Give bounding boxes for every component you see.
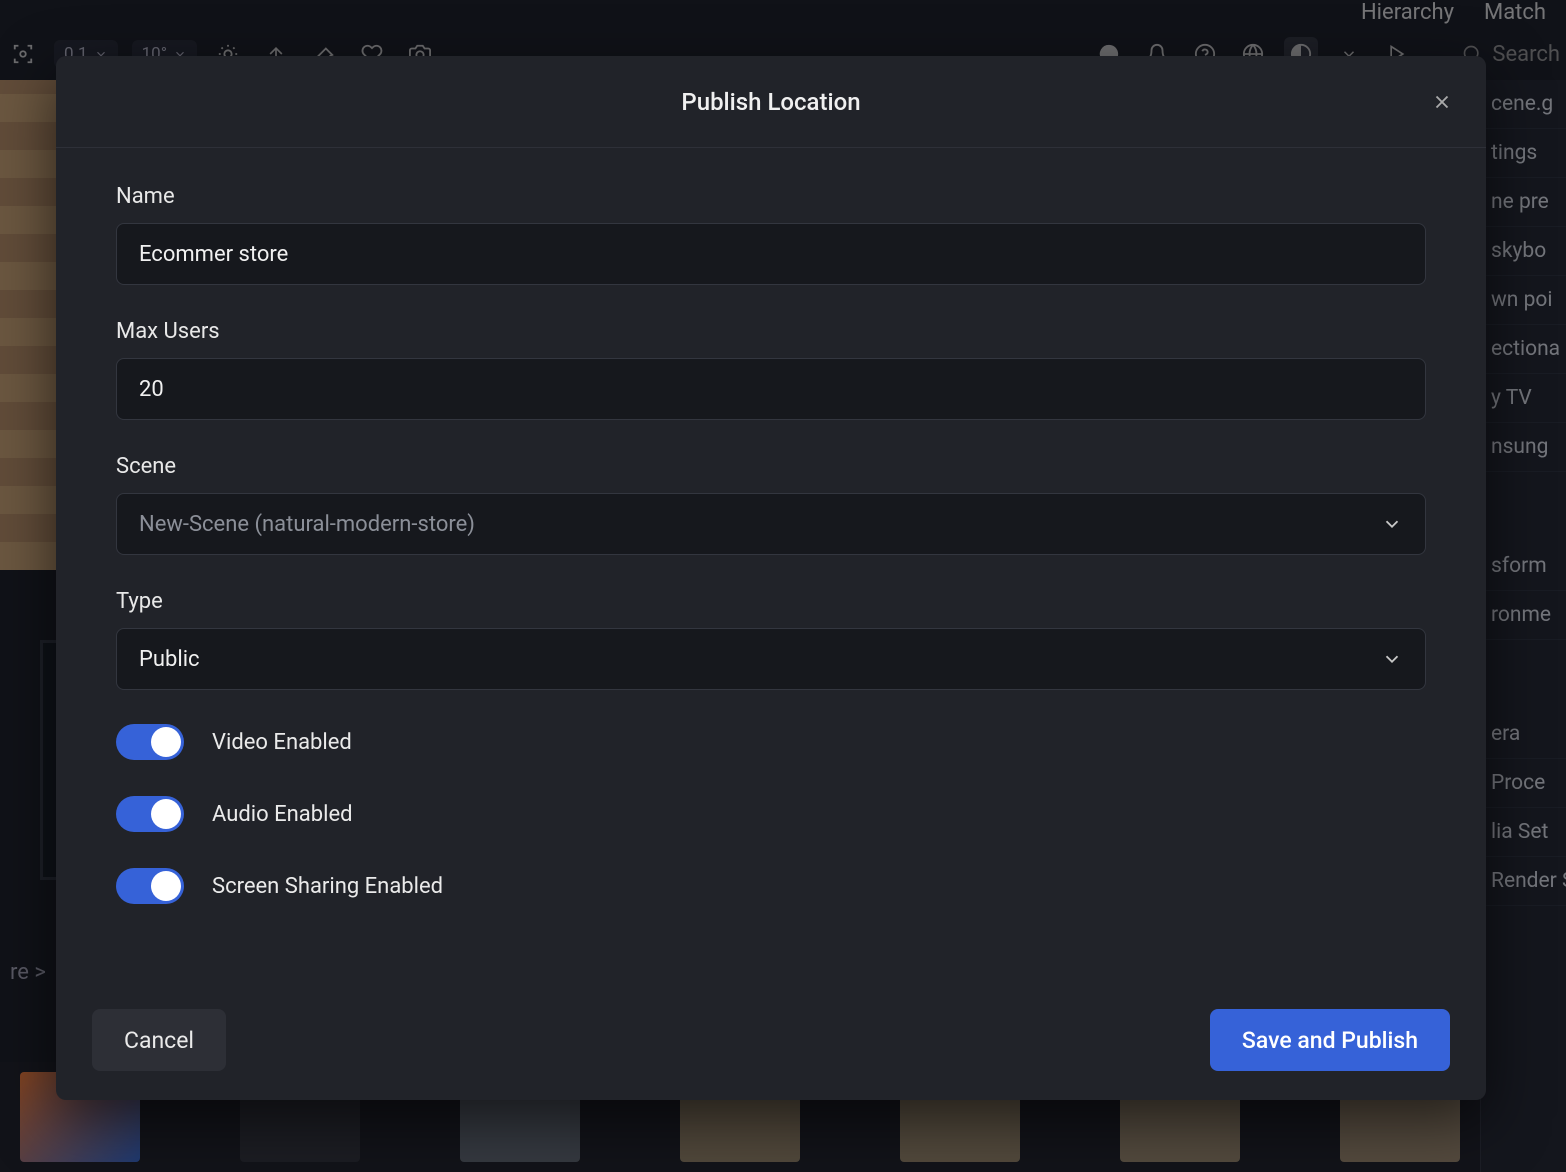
type-value: Public	[139, 647, 200, 672]
scene-select[interactable]: New-Scene (natural-modern-store)	[116, 493, 1426, 555]
toggle-screen-row: Screen Sharing Enabled	[116, 868, 1426, 904]
scene-label: Scene	[116, 454, 1426, 479]
field-max-users: Max Users	[116, 319, 1426, 420]
screen-sharing-toggle-label: Screen Sharing Enabled	[212, 874, 443, 899]
max-users-input[interactable]	[116, 358, 1426, 420]
chevron-down-icon	[1381, 648, 1403, 670]
close-icon	[1431, 91, 1453, 113]
audio-toggle-label: Audio Enabled	[212, 802, 353, 827]
publish-location-modal: Publish Location Name Max Users Scene Ne…	[56, 56, 1486, 1100]
toggle-audio-row: Audio Enabled	[116, 796, 1426, 832]
type-label: Type	[116, 589, 1426, 614]
chevron-down-icon	[1381, 513, 1403, 535]
field-scene: Scene New-Scene (natural-modern-store)	[116, 454, 1426, 555]
field-type: Type Public	[116, 589, 1426, 690]
video-toggle-label: Video Enabled	[212, 730, 352, 755]
save-publish-button[interactable]: Save and Publish	[1210, 1009, 1450, 1071]
modal-title: Publish Location	[681, 88, 860, 116]
modal-footer: Cancel Save and Publish	[56, 980, 1486, 1100]
toggle-video-row: Video Enabled	[116, 724, 1426, 760]
field-name: Name	[116, 184, 1426, 285]
modal-header: Publish Location	[56, 56, 1486, 148]
modal-body: Name Max Users Scene New-Scene (natural-…	[56, 148, 1486, 980]
close-button[interactable]	[1424, 84, 1460, 120]
video-toggle[interactable]	[116, 724, 184, 760]
cancel-button[interactable]: Cancel	[92, 1009, 226, 1071]
name-label: Name	[116, 184, 1426, 209]
scene-value: New-Scene (natural-modern-store)	[139, 512, 475, 537]
audio-toggle[interactable]	[116, 796, 184, 832]
screen-sharing-toggle[interactable]	[116, 868, 184, 904]
max-users-label: Max Users	[116, 319, 1426, 344]
name-input[interactable]	[116, 223, 1426, 285]
type-select[interactable]: Public	[116, 628, 1426, 690]
